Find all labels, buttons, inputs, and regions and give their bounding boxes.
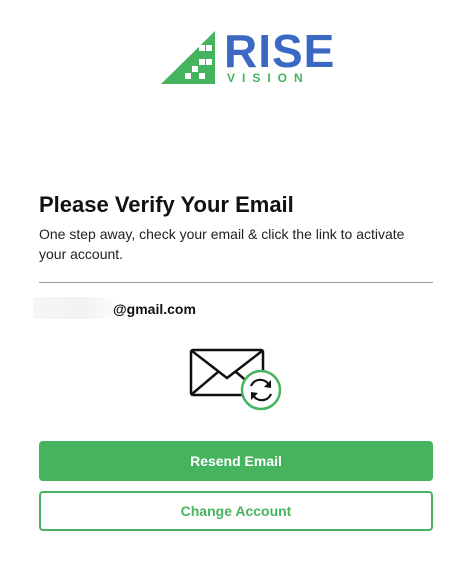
- logo-wordmark: RISE: [224, 25, 336, 77]
- divider: [39, 282, 433, 283]
- resend-email-button[interactable]: Resend Email: [39, 441, 433, 481]
- rise-vision-logo: RISE VISION: [161, 28, 334, 86]
- instruction-text: One step away, check your email & click …: [39, 226, 405, 262]
- logo-triangle-icon: [161, 31, 215, 84]
- refresh-icon: [240, 369, 282, 411]
- email-refresh-illustration: [189, 348, 283, 412]
- email-address: @gmail.com: [113, 301, 196, 317]
- change-account-button[interactable]: Change Account: [39, 491, 433, 531]
- page-title: Please Verify Your Email: [39, 192, 294, 217]
- email-redaction: [33, 297, 113, 319]
- logo-tagline: VISION: [227, 71, 310, 85]
